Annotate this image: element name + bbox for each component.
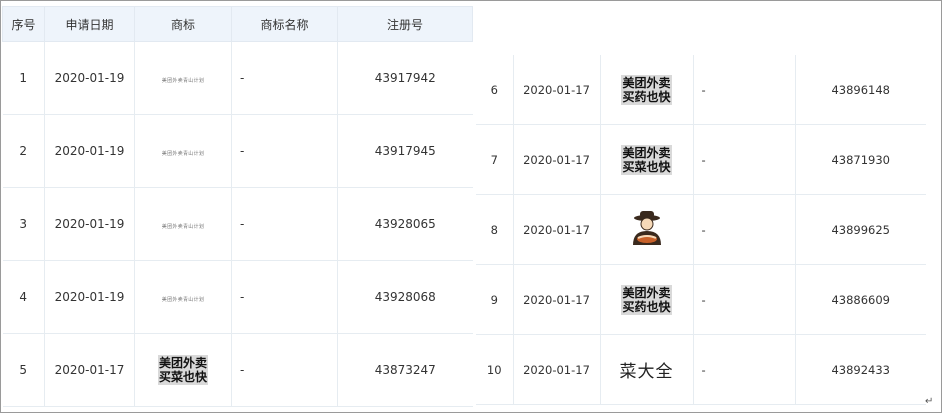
trademark-line-2: 买药也快 [622,299,671,314]
cell-index: 3 [2,187,45,261]
cell-reg-number: 43873247 [337,333,473,407]
cell-trademark-name: - [231,187,338,261]
cell-trademark: 菜大全 [600,334,694,405]
trademark-text-bold: 美团外卖 买菜也快 [621,144,672,175]
cell-trademark [600,194,694,265]
table-row: 2 2020-01-19 美团外卖青山计划 - 43917945 [2,114,473,188]
table-row: 10 2020-01-17 菜大全 - 43892433 [476,334,926,405]
cell-reg-number: 43917945 [337,114,473,188]
table-row: 6 2020-01-17 美团外卖 买药也快 - 43896148 [476,55,926,125]
trademark-line-1: 美团外卖 [622,285,671,300]
trademark-line-1: 美团外卖 [622,75,671,90]
header-index: 序号 [2,6,45,42]
paragraph-mark: ↵ [925,396,934,407]
table-row: 5 2020-01-17 美团外卖 买菜也快 - 43873247 [2,333,473,407]
trademark-text-small: 美团外卖青山计划 [161,224,205,230]
trademark-text-bold: 美团外卖 买菜也快 [157,355,208,385]
trademark-table-left: 序号 申请日期 商标 商标名称 注册号 1 2020-01-19 美团外卖青山计… [2,6,473,407]
table-row: 9 2020-01-17 美团外卖 买药也快 - 43886609 [476,264,926,335]
cell-trademark: 美团外卖 买菜也快 [134,333,232,407]
cell-apply-date: 2020-01-17 [513,334,601,405]
cell-trademark: 美团外卖 买菜也快 [600,124,694,195]
trademark-line-1: 美团外卖 [158,356,207,370]
header-apply-date: 申请日期 [44,6,135,42]
cell-index: 8 [476,194,514,265]
cell-trademark-name: - [231,260,338,334]
cell-index: 10 [476,334,514,405]
cell-reg-number: 43892433 [795,334,926,405]
cell-reg-number: 43928065 [337,187,473,261]
cell-index: 6 [476,55,514,125]
cell-apply-date: 2020-01-19 [44,187,135,261]
cell-trademark: 美团外卖青山计划 [134,260,232,334]
cell-apply-date: 2020-01-17 [513,55,601,125]
cell-trademark-name: - [231,114,338,188]
farmer-logo-icon [632,211,661,245]
trademark-line-2: 买菜也快 [622,159,671,174]
cell-apply-date: 2020-01-17 [513,194,601,265]
cell-index: 9 [476,264,514,335]
cell-apply-date: 2020-01-19 [44,41,135,115]
table-row: 1 2020-01-19 美团外卖青山计划 - 43917942 [2,41,473,115]
trademark-text-bold: 美团外卖 买药也快 [621,74,672,105]
cell-trademark-name: - [231,333,338,407]
trademark-text-small: 美团外卖青山计划 [161,78,205,84]
header-trademark-name: 商标名称 [231,6,338,42]
trademark-line-1: 美团外卖 [622,145,671,160]
trademark-text-serif: 菜大全 [619,362,674,382]
cell-trademark: 美团外卖青山计划 [134,41,232,115]
cell-apply-date: 2020-01-19 [44,114,135,188]
cell-apply-date: 2020-01-17 [513,124,601,195]
header-trademark: 商标 [134,6,232,42]
cell-trademark-name: - [693,194,796,265]
table-row: 7 2020-01-17 美团外卖 买菜也快 - 43871930 [476,124,926,195]
cell-reg-number: 43886609 [795,264,926,335]
table-row: 4 2020-01-19 美团外卖青山计划 - 43928068 [2,260,473,334]
trademark-text-bold: 美团外卖 买药也快 [621,284,672,315]
cell-reg-number: 43899625 [795,194,926,265]
cell-trademark: 美团外卖青山计划 [134,114,232,188]
trademark-text-small: 美团外卖青山计划 [161,297,205,303]
cell-reg-number: 43928068 [337,260,473,334]
cell-index: 7 [476,124,514,195]
cell-index: 4 [2,260,45,334]
cell-index: 2 [2,114,45,188]
cell-trademark-name: - [231,41,338,115]
cell-trademark: 美团外卖 买药也快 [600,55,694,125]
cell-reg-number: 43896148 [795,55,926,125]
trademark-text-small: 美团外卖青山计划 [161,151,205,157]
cell-apply-date: 2020-01-17 [513,264,601,335]
trademark-table-right: 6 2020-01-17 美团外卖 买药也快 - 43896148 7 2020-… [476,55,926,405]
table-header-row: 序号 申请日期 商标 商标名称 注册号 [2,6,473,42]
cell-trademark-name: - [693,124,796,195]
cell-index: 5 [2,333,45,407]
header-reg-number: 注册号 [337,6,473,42]
cell-trademark-name: - [693,55,796,125]
trademark-line-2: 买药也快 [622,89,671,104]
cell-apply-date: 2020-01-19 [44,260,135,334]
cell-trademark-name: - [693,334,796,405]
cell-apply-date: 2020-01-17 [44,333,135,407]
trademark-line-2: 买菜也快 [158,370,207,384]
table-row: 3 2020-01-19 美团外卖青山计划 - 43928065 [2,187,473,261]
cell-index: 1 [2,41,45,115]
cell-reg-number: 43871930 [795,124,926,195]
cell-trademark: 美团外卖 买药也快 [600,264,694,335]
cell-trademark: 美团外卖青山计划 [134,187,232,261]
cell-trademark-name: - [693,264,796,335]
table-row: 8 2020-01-17 - 43899625 [476,194,926,265]
cell-reg-number: 43917942 [337,41,473,115]
